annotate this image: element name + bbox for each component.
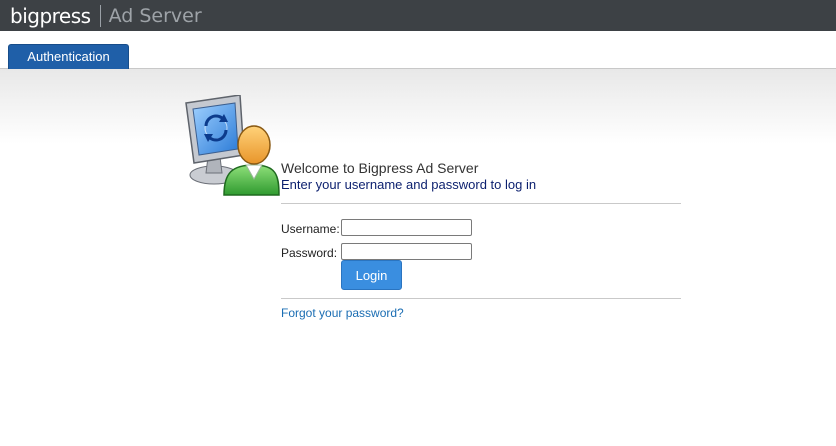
login-button[interactable]: Login [341,260,402,290]
computer-user-refresh-icon [184,94,280,197]
tab-bar: Authentication [0,31,836,69]
divider-top [281,203,681,204]
username-label: Username: [281,222,340,236]
brand-logo: bigpress Ad Server [10,3,202,29]
welcome-heading: Welcome to Bigpress Ad Server [281,160,479,176]
password-label: Password: [281,246,338,260]
top-header-bar: bigpress Ad Server [0,0,836,31]
password-input[interactable] [341,243,472,260]
brand-divider [99,5,101,27]
tab-authentication[interactable]: Authentication [8,44,129,69]
product-name: Ad Server [108,5,202,27]
forgot-password-link[interactable]: Forgot your password? [281,306,404,320]
login-instructions: Enter your username and password to log … [281,177,537,192]
divider-bottom [281,298,681,299]
username-input[interactable] [341,219,472,236]
brand-name: bigpress [10,4,91,28]
